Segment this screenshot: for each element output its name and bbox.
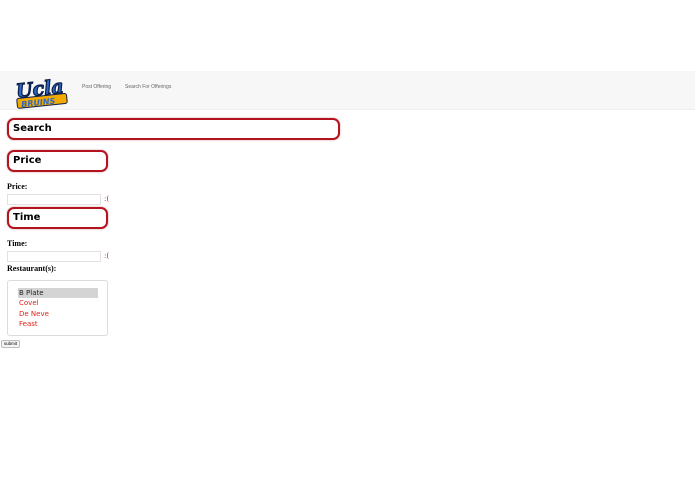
submit-button[interactable]: submit [1, 340, 20, 348]
price-input[interactable] [7, 194, 101, 205]
ucla-bruins-logo[interactable]: Ucla BRUINS [13, 75, 71, 111]
top-navbar: Ucla BRUINS Post Offering Search For Off… [0, 71, 695, 110]
restaurants-listbox[interactable]: B Plate Covel De Neve Feast [7, 280, 108, 336]
search-heading: Search [13, 123, 52, 134]
nav-search-for-offerings[interactable]: Search For Offerings [125, 84, 171, 90]
restaurants-label: Restaurant(s): [7, 264, 57, 273]
time-heading-box: Time [7, 207, 108, 229]
nav-post-offering[interactable]: Post Offering [82, 84, 111, 90]
price-status-indicator: :( [104, 195, 110, 203]
restaurant-option-covel[interactable]: Covel [18, 298, 98, 308]
price-label: Price: [7, 182, 28, 191]
restaurant-option-b-plate[interactable]: B Plate [18, 288, 98, 298]
price-heading: Price [13, 155, 42, 166]
time-heading: Time [13, 212, 41, 223]
restaurant-option-de-neve[interactable]: De Neve [18, 309, 98, 319]
time-status-indicator: :( [104, 252, 110, 260]
price-heading-box: Price [7, 150, 108, 172]
time-input[interactable] [7, 251, 101, 262]
search-heading-box: Search [7, 118, 340, 140]
restaurant-option-feast[interactable]: Feast [18, 319, 98, 329]
time-label: Time: [7, 239, 28, 248]
